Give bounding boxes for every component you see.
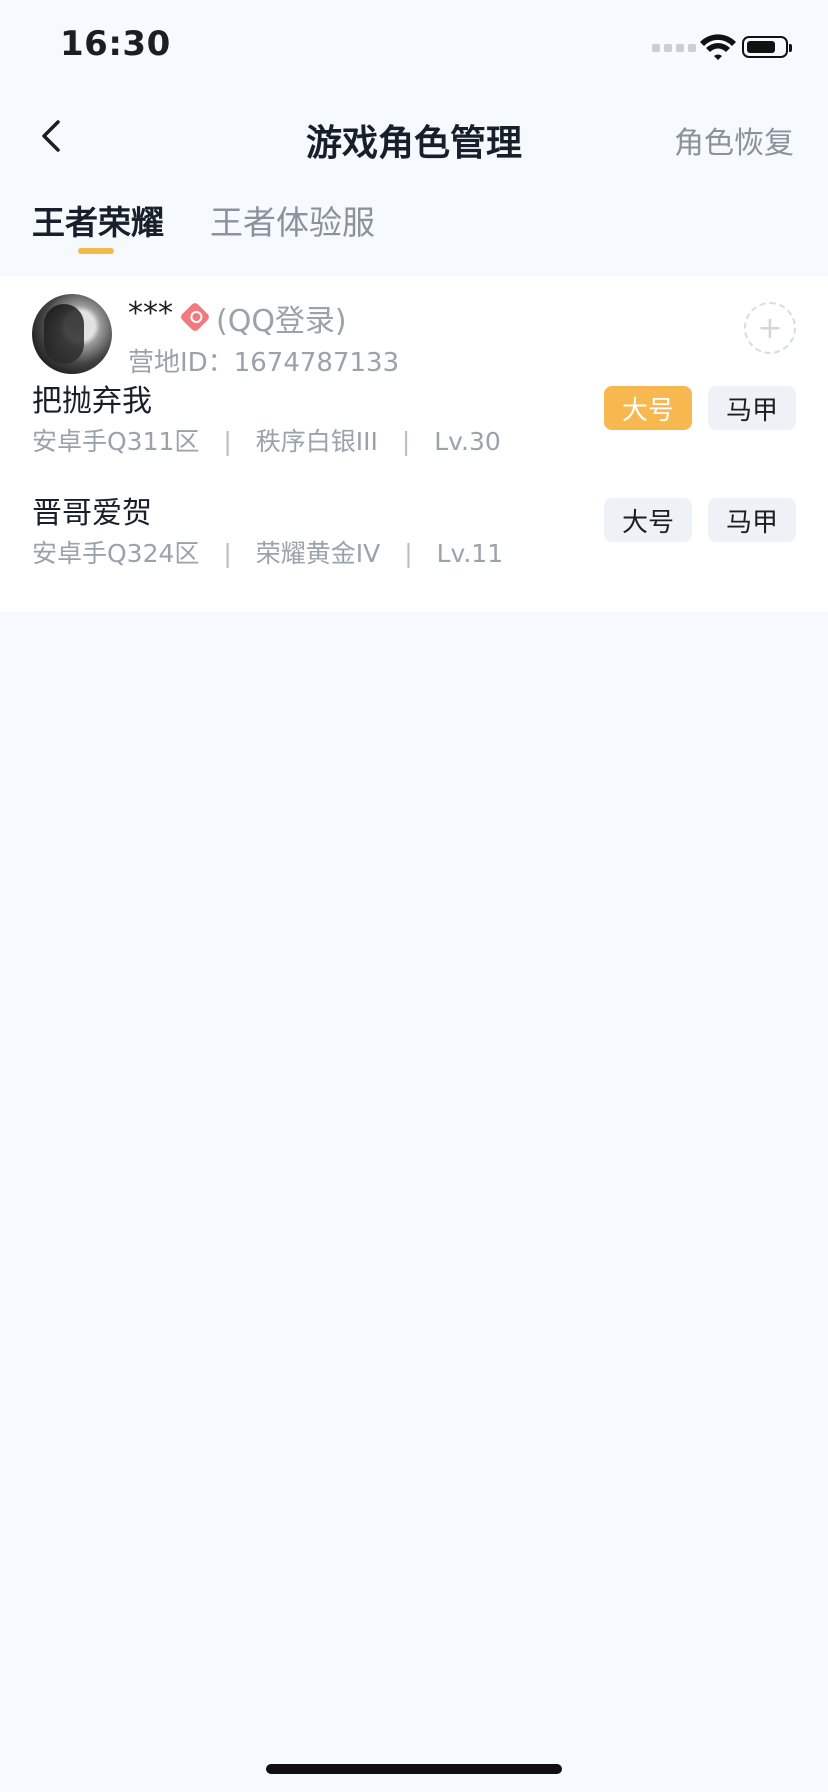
add-role-button[interactable]: + bbox=[744, 302, 796, 354]
alt-account-button[interactable]: 马甲 bbox=[708, 498, 796, 542]
separator: | bbox=[223, 427, 232, 456]
status-time: 16:30 bbox=[60, 24, 171, 64]
list-item: 晋哥爱贺 安卓手Q324区 | 荣耀黄金IV | Lv.11 大号 马甲 bbox=[32, 488, 796, 578]
role-meta: 安卓手Q324区 | 荣耀黄金IV | Lv.11 bbox=[32, 534, 503, 570]
active-tab-indicator bbox=[78, 248, 114, 254]
account-name: *** bbox=[128, 296, 173, 331]
battery-icon bbox=[742, 36, 792, 58]
camp-id: 营地ID：1674787133 bbox=[128, 342, 399, 379]
separator: | bbox=[223, 539, 232, 568]
main-account-button[interactable]: 大号 bbox=[604, 498, 692, 542]
role-rank: 秩序白银III bbox=[255, 427, 378, 456]
avatar bbox=[32, 294, 112, 374]
home-indicator[interactable] bbox=[266, 1764, 562, 1774]
alt-account-button[interactable]: 马甲 bbox=[708, 386, 796, 430]
wifi-icon bbox=[700, 34, 736, 60]
signal-icon bbox=[652, 44, 696, 52]
account-row: *** (QQ登录) 营地ID：1674787133 + bbox=[32, 294, 796, 379]
camp-id-label: 营地ID： bbox=[128, 348, 234, 378]
role-region: 安卓手Q311区 bbox=[32, 427, 200, 456]
separator: | bbox=[401, 427, 411, 456]
role-name: 晋哥爱贺 bbox=[32, 496, 152, 531]
navigation-bar: 游戏角色管理 角色恢复 bbox=[0, 96, 828, 176]
login-type: (QQ登录) bbox=[216, 304, 347, 339]
restore-roles-button[interactable]: 角色恢复 bbox=[674, 118, 794, 162]
role-level: Lv.30 bbox=[434, 427, 501, 456]
role-region: 安卓手Q324区 bbox=[32, 539, 200, 568]
roles-card: *** (QQ登录) 营地ID：1674787133 + 把抛弃我 安卓手Q31… bbox=[0, 276, 828, 612]
list-item: 把抛弃我 安卓手Q311区 | 秩序白银III | Lv.30 大号 马甲 bbox=[32, 376, 796, 466]
female-icon bbox=[179, 301, 211, 333]
main-account-button[interactable]: 大号 bbox=[604, 386, 692, 430]
tab-honor-of-kings[interactable]: 王者荣耀 bbox=[32, 196, 164, 244]
role-rank: 荣耀黄金IV bbox=[255, 539, 381, 568]
status-bar: 16:30 bbox=[0, 0, 828, 96]
game-tabs: 王者荣耀 王者体验服 bbox=[0, 196, 828, 276]
separator: | bbox=[404, 539, 413, 568]
role-meta: 安卓手Q311区 | 秩序白银III | Lv.30 bbox=[32, 422, 501, 458]
role-level: Lv.11 bbox=[436, 539, 504, 568]
tab-experience-server[interactable]: 王者体验服 bbox=[210, 196, 375, 244]
role-name: 把抛弃我 bbox=[32, 384, 152, 419]
camp-id-value: 1674787133 bbox=[233, 348, 400, 378]
